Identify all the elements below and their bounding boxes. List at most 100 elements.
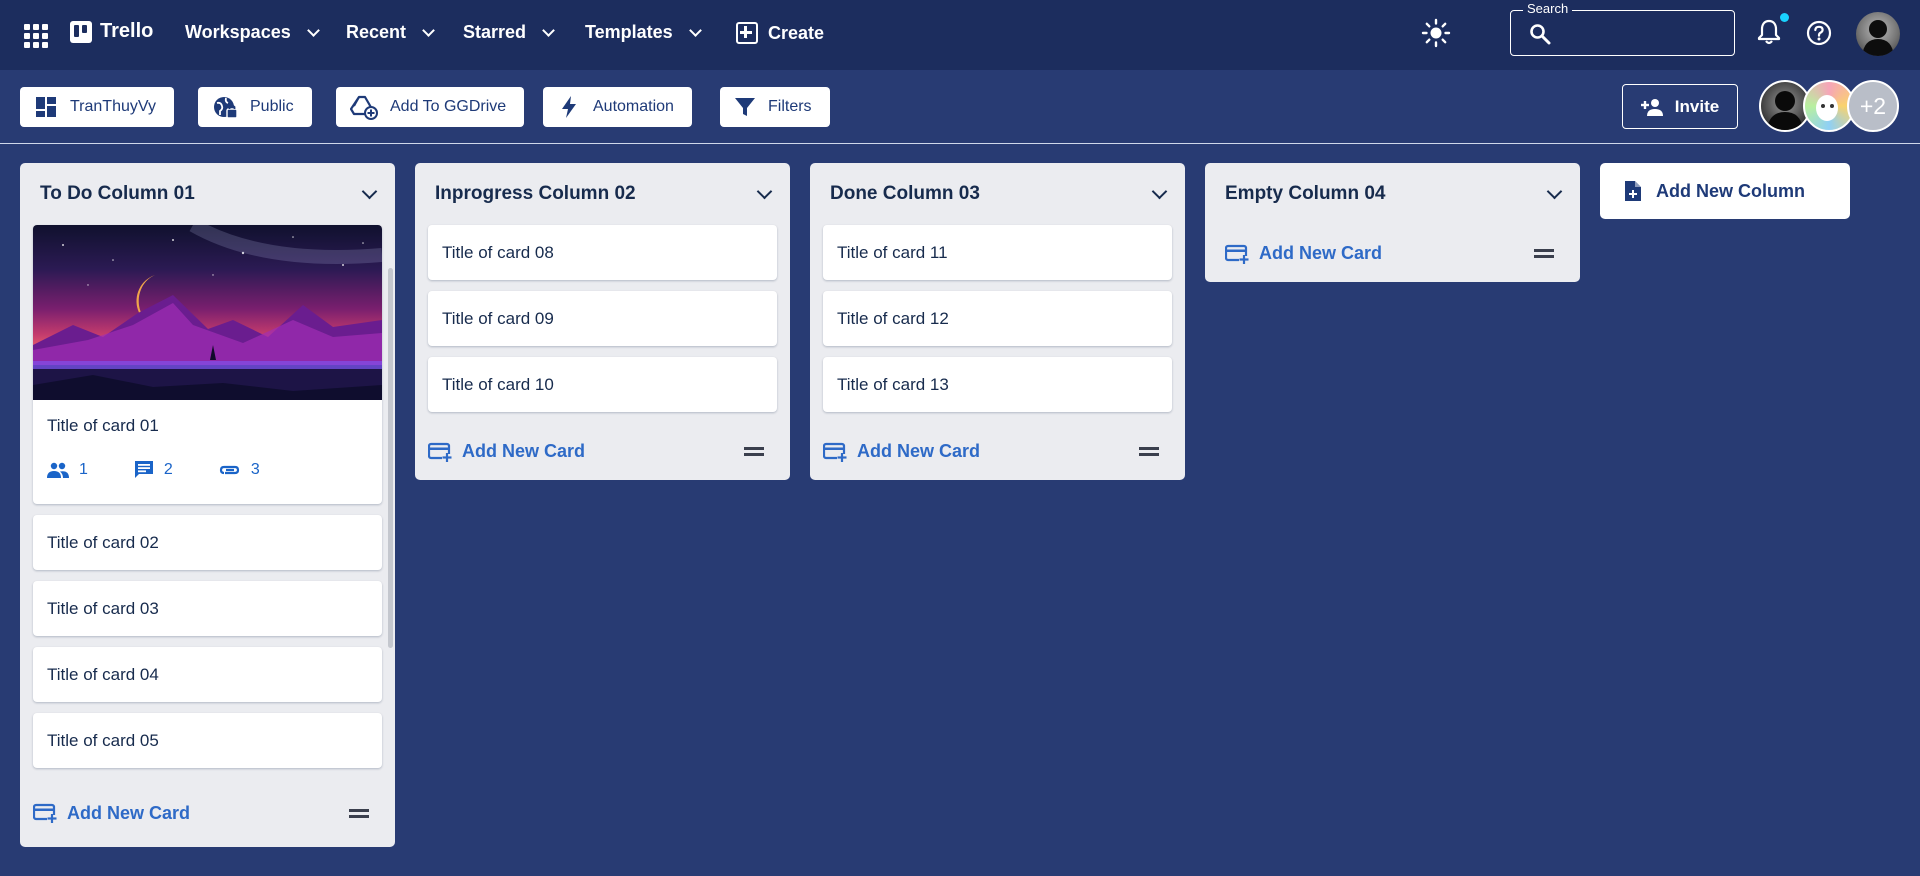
members-count: 1 [79,461,88,478]
invite-label: Invite [1674,96,1720,116]
column-menu-chevron-icon[interactable] [756,183,773,199]
notifications-bell-icon[interactable] [1756,18,1782,46]
board-name-chip[interactable]: TranThuyVy [20,87,174,127]
column-empty: Empty Column 04 Add New Card [1205,163,1580,282]
menu-starred[interactable]: Starred [463,22,555,43]
chevron-down-icon [688,23,702,37]
trello-icon [70,20,92,43]
menu-templates[interactable]: Templates [585,22,702,43]
card-title: Title of card 13 [837,374,949,394]
column-title[interactable]: Empty Column 04 [1225,183,1385,205]
card[interactable]: Title of card 09 [428,291,777,346]
column-todo: To Do Column 01 Title of card 01 1 2 3 T… [20,163,395,847]
create-button[interactable]: Create [736,22,824,44]
card[interactable]: Title of card 08 [428,225,777,280]
cartoon-avatar-icon [1816,95,1838,121]
add-new-card-button[interactable]: Add New Card [1225,243,1382,264]
more-members-badge[interactable]: +2 [1847,80,1899,132]
card-title: Title of card 08 [442,242,554,262]
card[interactable]: Title of card 13 [823,357,1172,412]
column-menu-chevron-icon[interactable] [1151,183,1168,199]
search-legend: Search [1523,1,1573,16]
drag-handle-icon[interactable] [744,447,764,456]
column-footer: Add New Card [1205,225,1580,282]
menu-workspaces[interactable]: Workspaces [185,22,320,43]
card[interactable]: Title of card 02 [33,515,382,570]
add-new-card-label: Add New Card [1259,243,1383,263]
help-icon[interactable] [1806,20,1832,46]
add-card-icon [823,442,847,462]
menu-recent[interactable]: Recent [346,22,435,43]
card-attachments-count[interactable]: 3 [219,460,260,480]
column-title[interactable]: Done Column 03 [830,183,980,205]
card-list: Title of card 08 Title of card 09 Title … [415,225,790,412]
add-new-column-button[interactable]: Add New Column [1600,163,1850,219]
trello-logo[interactable]: Trello [70,20,153,43]
card[interactable]: Title of card 10 [428,357,777,412]
person-silhouette-icon [1767,91,1803,130]
column-header: Done Column 03 [810,163,1185,225]
card-comments-count[interactable]: 2 [134,460,173,480]
add-new-card-label: Add New Card [462,441,586,461]
card[interactable]: Title of card 03 [33,581,382,636]
dashboard-icon [36,97,56,117]
automation-label: Automation [593,98,674,115]
public-globe-lock-icon [214,97,238,119]
filters-chip[interactable]: Filters [720,87,830,127]
note-add-icon [1625,181,1641,201]
card-title: Title of card 04 [47,664,159,684]
drag-handle-icon[interactable] [1534,249,1554,258]
column-menu-chevron-icon[interactable] [361,183,378,199]
column-menu-chevron-icon[interactable] [1546,183,1563,199]
card-list: Title of card 11 Title of card 12 Title … [810,225,1185,412]
card[interactable]: Title of card 12 [823,291,1172,346]
attachment-icon [219,465,239,475]
add-new-card-button[interactable]: Add New Card [823,441,980,462]
column-footer: Add New Card [20,779,395,847]
column-title[interactable]: To Do Column 01 [40,183,195,205]
person-add-icon [1640,98,1663,116]
menu-recent-label: Recent [346,22,407,42]
card-title: Title of card 03 [47,598,159,618]
create-label: Create [768,22,825,43]
app-bar: Trello Workspaces Recent Starred Templat… [0,0,1920,70]
drag-handle-icon[interactable] [1139,447,1159,456]
add-new-card-label: Add New Card [857,441,981,461]
column-header: Empty Column 04 [1205,163,1580,225]
add-new-card-button[interactable]: Add New Card [33,803,190,824]
filter-icon [735,98,755,116]
filters-label: Filters [768,98,812,115]
add-new-card-button[interactable]: Add New Card [428,441,585,462]
card-meta: 1 2 3 [47,460,368,480]
card-title: Title of card 11 [837,242,948,262]
drag-handle-icon[interactable] [349,808,369,818]
light-mode-sun-icon[interactable] [1421,18,1451,48]
apps-grid-icon[interactable] [22,22,48,48]
card-title: Title of card 10 [442,374,554,394]
card-cover-image [33,225,382,400]
add-card-icon [33,803,57,823]
add-to-drive-label: Add To GGDrive [390,98,507,115]
card-with-cover[interactable]: Title of card 01 1 2 3 [33,225,382,504]
search-icon [1530,24,1551,45]
column-scrollbar[interactable] [388,268,393,648]
column-header: Inprogress Column 02 [415,163,790,225]
comments-count: 2 [163,461,173,478]
card[interactable]: Title of card 05 [33,713,382,768]
card[interactable]: Title of card 04 [33,647,382,702]
column-title[interactable]: Inprogress Column 02 [435,183,636,205]
card-members-count[interactable]: 1 [47,460,88,480]
visibility-chip[interactable]: Public [198,87,312,127]
brand-name: Trello [100,20,154,42]
search-input[interactable]: Search [1510,1,1735,56]
board-name-label: TranThuyVy [70,98,156,115]
add-card-icon [1225,244,1249,264]
card-title: Title of card 01 [47,416,159,435]
invite-button[interactable]: Invite [1622,84,1738,129]
add-to-drive-chip[interactable]: Add To GGDrive [336,87,525,127]
card-title: Title of card 02 [47,532,159,552]
add-card-icon [428,442,452,462]
user-avatar[interactable] [1856,12,1900,56]
card[interactable]: Title of card 11 [823,225,1172,280]
automation-chip[interactable]: Automation [543,87,692,127]
